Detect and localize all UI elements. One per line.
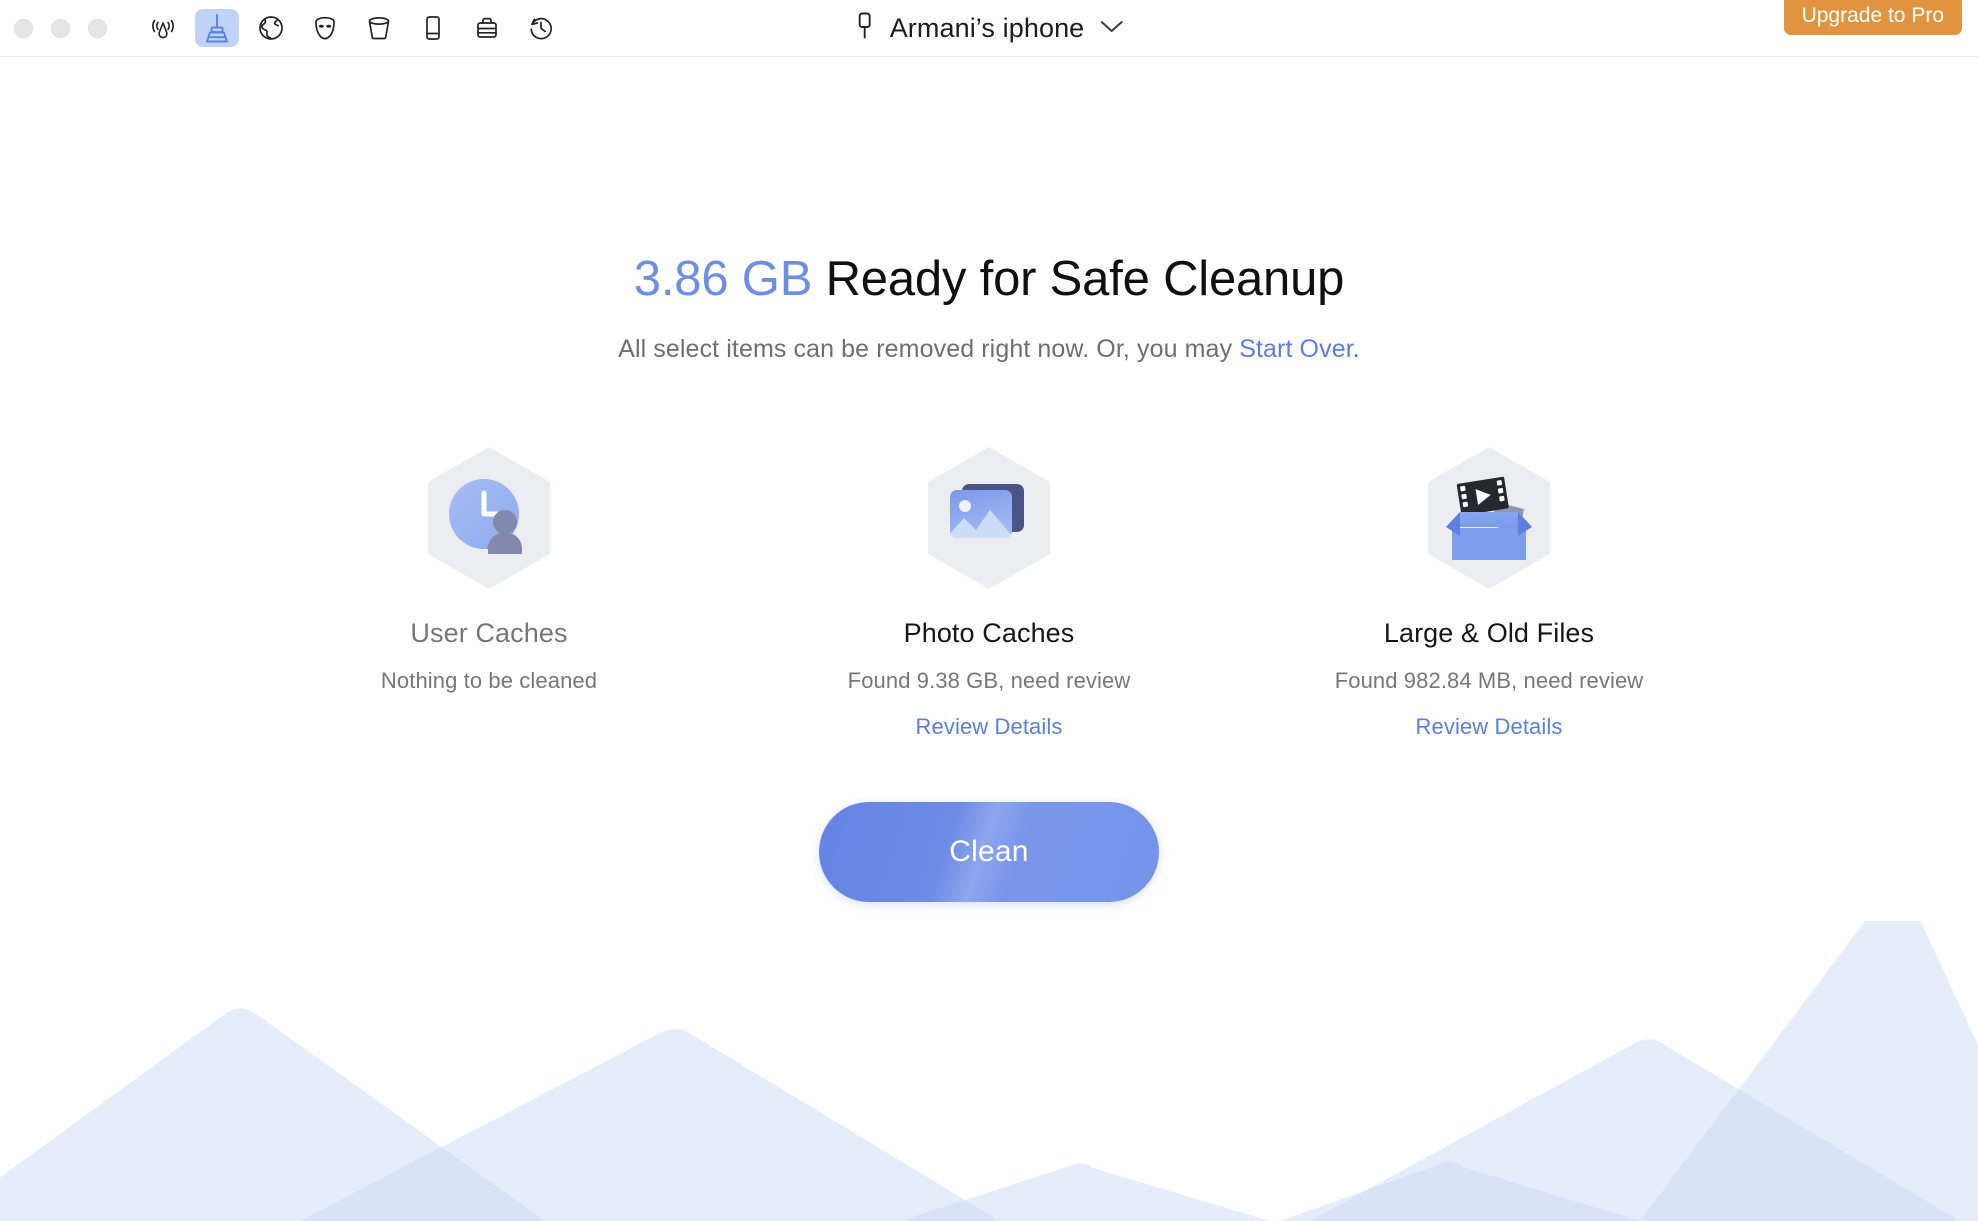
- toolbar: [141, 9, 563, 47]
- toolbar-item-broadcast[interactable]: [141, 9, 185, 47]
- category-cards: User Caches Nothing to be cleaned Photo …: [0, 442, 1978, 740]
- main-content: 3.86 GB Ready for Safe Cleanup All selec…: [0, 252, 1978, 902]
- toolbar-item-trash[interactable]: [357, 9, 401, 47]
- subtitle-text-before: All select items can be removed right no…: [618, 334, 1240, 363]
- large-old-files-icon: [1416, 442, 1562, 594]
- broom-icon: [202, 12, 232, 44]
- photo-caches-icon: [916, 442, 1062, 594]
- device-selector[interactable]: Armani’s iphone: [854, 0, 1125, 56]
- upgrade-to-pro-button[interactable]: Upgrade to Pro: [1783, 0, 1962, 35]
- briefcase-icon: [472, 13, 502, 43]
- clock-history-icon: [526, 13, 556, 43]
- card-large-old-files[interactable]: Large & Old Files Found 982.84 MB, need …: [1239, 442, 1739, 740]
- zoom-button[interactable]: [88, 18, 107, 38]
- toolbar-item-history[interactable]: [519, 9, 563, 47]
- trash-icon: [364, 13, 394, 43]
- toolbar-item-device[interactable]: [411, 9, 455, 47]
- card-title: User Caches: [410, 617, 568, 648]
- broadcast-icon: [148, 13, 178, 43]
- title-bar: Armani’s iphone Upgrade to Pro: [0, 0, 1978, 57]
- card-action-link[interactable]: Review Details: [1416, 714, 1563, 740]
- minimize-button[interactable]: [51, 18, 70, 38]
- toolbar-item-toolbox[interactable]: [465, 9, 509, 47]
- start-over-link[interactable]: Start Over: [1239, 335, 1353, 363]
- primary-action-area: Clean: [0, 801, 1978, 902]
- page-subtitle: All select items can be removed right no…: [0, 335, 1978, 364]
- card-status: Nothing to be cleaned: [380, 667, 598, 693]
- close-button[interactable]: [14, 18, 33, 38]
- clean-button[interactable]: Clean: [819, 801, 1159, 902]
- lightning-connector-icon: [854, 9, 876, 48]
- card-user-caches[interactable]: User Caches Nothing to be cleaned: [239, 442, 739, 740]
- user-caches-icon: [416, 442, 562, 594]
- globe-icon: [256, 13, 286, 43]
- card-status: Found 982.84 MB, need review: [1334, 667, 1644, 693]
- card-status: Found 9.38 GB, need review: [847, 667, 1131, 693]
- window-controls: [0, 18, 107, 38]
- cleanup-size: 3.86 GB: [633, 252, 813, 306]
- toolbar-item-internet[interactable]: [249, 9, 293, 47]
- card-action-link[interactable]: Review Details: [916, 714, 1063, 740]
- mask-icon: [310, 13, 340, 43]
- toolbar-item-cleanup[interactable]: [195, 9, 239, 47]
- page-title: 3.86 GB Ready for Safe Cleanup: [0, 252, 1978, 307]
- cleanup-title-rest: Ready for Safe Cleanup: [812, 252, 1345, 306]
- mountain-decoration: [0, 921, 1978, 1221]
- card-title: Photo Caches: [903, 617, 1075, 648]
- device-name: Armani’s iphone: [889, 12, 1085, 43]
- subtitle-text-after: .: [1352, 334, 1360, 363]
- chevron-down-icon[interactable]: [1098, 18, 1124, 39]
- card-photo-caches[interactable]: Photo Caches Found 9.38 GB, need review …: [739, 442, 1239, 740]
- phone-icon: [418, 13, 448, 43]
- card-title: Large & Old Files: [1383, 617, 1595, 648]
- toolbar-item-privacy[interactable]: [303, 9, 347, 47]
